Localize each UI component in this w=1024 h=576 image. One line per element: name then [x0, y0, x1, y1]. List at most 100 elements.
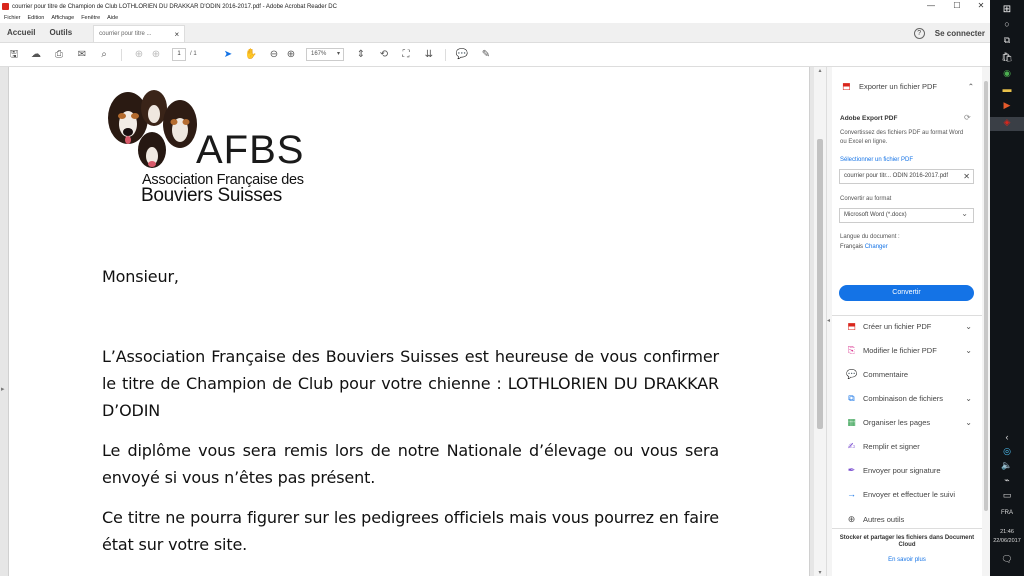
document-tab-label: courrier pour titre ...: [99, 31, 152, 37]
network-icon[interactable]: ⌁: [990, 475, 1024, 486]
zoom-select[interactable]: 167%: [306, 48, 344, 61]
learn-more-link[interactable]: En savoir plus: [832, 557, 982, 563]
tool-label: Commentaire: [863, 370, 909, 379]
skype-icon[interactable]: ◎: [990, 446, 1024, 457]
refresh-icon[interactable]: ⟳: [964, 113, 971, 122]
menu-aide[interactable]: Aide: [107, 15, 118, 21]
tab-tools[interactable]: Outils: [42, 23, 79, 42]
cortana-icon[interactable]: ○: [990, 19, 1024, 29]
language-indicator[interactable]: FRA: [990, 510, 1024, 516]
toolbar: 🖫 ☁ ⎙ ✉ ⌕ ⊕ ⊕ 1 / 1 ➤ ✋ ⊖ ⊕ 167% ⇕ ⟲ ⛶ ⇊…: [0, 43, 990, 67]
tool-label: Modifier le fichier PDF: [863, 346, 937, 355]
comment-icon[interactable]: 💬: [455, 48, 469, 62]
scroll-mode-icon[interactable]: ⇊: [422, 48, 436, 62]
organize-pages-icon: ▦: [847, 417, 856, 427]
task-view-icon[interactable]: ⧉: [990, 35, 1024, 46]
page-number-input[interactable]: 1: [172, 48, 186, 61]
tool-create-pdf[interactable]: ⬒ Créer un fichier PDF ⌄: [846, 321, 972, 332]
page-total: / 1: [190, 51, 197, 57]
hand-tool-icon[interactable]: ✋: [244, 48, 258, 62]
maximize-button[interactable]: ☐: [944, 0, 970, 13]
next-page-icon[interactable]: ⊕: [149, 48, 163, 62]
tool-fill-sign[interactable]: ✍ Remplir et signer: [846, 441, 972, 452]
upload-cloud-icon[interactable]: ☁: [29, 48, 43, 62]
help-icon[interactable]: ?: [913, 27, 925, 39]
selected-file-field[interactable]: courrier pour titr... ODIN 2016-2017.pdf…: [839, 169, 974, 184]
pdf-app-icon: [2, 3, 9, 10]
menu-fichier[interactable]: Fichier: [4, 15, 21, 21]
windows-taskbar: ⊞ ○ ⧉ 🛍 ◉ ▬ ▶ ◈ ‹ ◎ 🔈 ⌁ ▭ FRA 21:46 22/0…: [990, 0, 1024, 576]
clock-date[interactable]: 22/06/2017: [990, 538, 1024, 544]
search-icon[interactable]: ⌕: [97, 48, 111, 62]
tab-home[interactable]: Accueil: [0, 23, 42, 42]
acrobat-window: courrier pour titre de Champion de Club …: [0, 0, 990, 576]
left-pane-toggle-icon[interactable]: ▸: [1, 385, 5, 393]
select-cursor-icon[interactable]: ➤: [221, 48, 235, 62]
explorer-icon[interactable]: ▬: [990, 84, 1024, 94]
save-icon[interactable]: 🖫: [7, 48, 21, 62]
chevron-down-icon[interactable]: ⌄: [965, 322, 972, 331]
power-icon[interactable]: ▭: [990, 490, 1024, 501]
chevron-down-icon[interactable]: ⌄: [965, 346, 972, 355]
create-pdf-icon: ⬒: [847, 321, 856, 331]
tool-combine-files[interactable]: ⧉ Combinaison de fichiers ⌄: [846, 393, 972, 404]
tool-send-track[interactable]: → Envoyer et effectuer le suivi: [846, 489, 972, 500]
close-tab-icon[interactable]: ×: [174, 30, 179, 39]
toolbar-divider: [121, 49, 122, 61]
export-pdf-icon: ⬒: [842, 81, 851, 91]
scroll-up-icon[interactable]: ▴: [814, 67, 826, 74]
service-description: Convertissez des fichiers PDF au format …: [840, 130, 964, 145]
print-icon[interactable]: ⎙: [52, 48, 66, 62]
minimize-button[interactable]: —: [918, 0, 944, 13]
remove-file-icon[interactable]: ✕: [963, 170, 970, 183]
previous-page-icon[interactable]: ⊕: [132, 48, 146, 62]
help-area: ? Se connecter: [913, 23, 985, 43]
chevron-down-icon[interactable]: ⌄: [965, 418, 972, 427]
menu-fenetre[interactable]: Fenêtre: [81, 15, 100, 21]
show-hidden-icons[interactable]: ‹: [990, 432, 1024, 442]
tool-send-signature[interactable]: ✒ Envoyer pour signature: [846, 465, 972, 476]
chevron-down-icon[interactable]: ⌄: [965, 394, 972, 403]
chevron-up-icon[interactable]: ⌃: [968, 82, 974, 91]
tab-bar: Accueil Outils courrier pour titre ... ×…: [0, 23, 990, 43]
store-icon[interactable]: 🛍: [990, 52, 1024, 63]
tool-edit-pdf[interactable]: ⎘ Modifier le fichier PDF ⌄: [846, 345, 972, 356]
convert-button[interactable]: Convertir: [839, 285, 974, 301]
zoom-out-icon[interactable]: ⊖: [267, 48, 281, 62]
media-player-icon[interactable]: ▶: [990, 100, 1024, 111]
menu-affichage[interactable]: Affichage: [51, 15, 74, 21]
tool-comment[interactable]: 💬 Commentaire: [846, 369, 972, 380]
fit-page-icon[interactable]: ⇕: [354, 48, 368, 62]
scrollbar-thumb[interactable]: [817, 139, 823, 429]
panel-scrollbar[interactable]: [982, 67, 990, 576]
rotate-icon[interactable]: ⟲: [377, 48, 391, 62]
doc-language-row: Français Changer: [840, 244, 888, 250]
send-track-icon: →: [847, 489, 856, 499]
full-screen-icon[interactable]: ⛶: [399, 48, 413, 62]
tool-label: Organiser les pages: [863, 418, 931, 427]
panel-scrollbar-thumb[interactable]: [984, 81, 988, 511]
collapse-arrow-icon: ◂: [827, 318, 831, 324]
pen-icon[interactable]: ✎: [479, 48, 493, 62]
change-language-link[interactable]: Changer: [865, 244, 888, 250]
notifications-icon[interactable]: 🗨: [990, 554, 1024, 565]
tool-more-tools[interactable]: ⊕ Autres outils: [846, 514, 972, 525]
signin-link[interactable]: Se connecter: [935, 29, 985, 38]
chrome-icon[interactable]: ◉: [990, 68, 1024, 79]
tab-document[interactable]: courrier pour titre ... ×: [93, 25, 186, 42]
document-scrollbar[interactable]: ▴ ▾: [814, 67, 826, 576]
clock-time[interactable]: 21:46: [990, 529, 1024, 535]
email-icon[interactable]: ✉: [75, 48, 89, 62]
export-pdf-header[interactable]: ⬒ Exporter un fichier PDF ⌃: [842, 81, 974, 91]
acrobat-taskbar-icon[interactable]: ◈: [990, 117, 1024, 131]
format-select[interactable]: Microsoft Word (*.docx): [839, 207, 974, 223]
windows-start-icon[interactable]: ⊞: [990, 4, 1024, 15]
menu-edition[interactable]: Edition: [28, 15, 45, 21]
tool-organize-pages[interactable]: ▦ Organiser les pages ⌄: [846, 417, 972, 428]
fill-sign-icon: ✍: [847, 441, 856, 451]
convert-to-label: Convertir au format: [840, 196, 892, 202]
volume-icon[interactable]: 🔈: [990, 460, 1024, 471]
zoom-in-icon[interactable]: ⊕: [284, 48, 298, 62]
select-pdf-link[interactable]: Sélectionner un fichier PDF: [840, 157, 913, 163]
scroll-down-icon[interactable]: ▾: [814, 569, 826, 576]
